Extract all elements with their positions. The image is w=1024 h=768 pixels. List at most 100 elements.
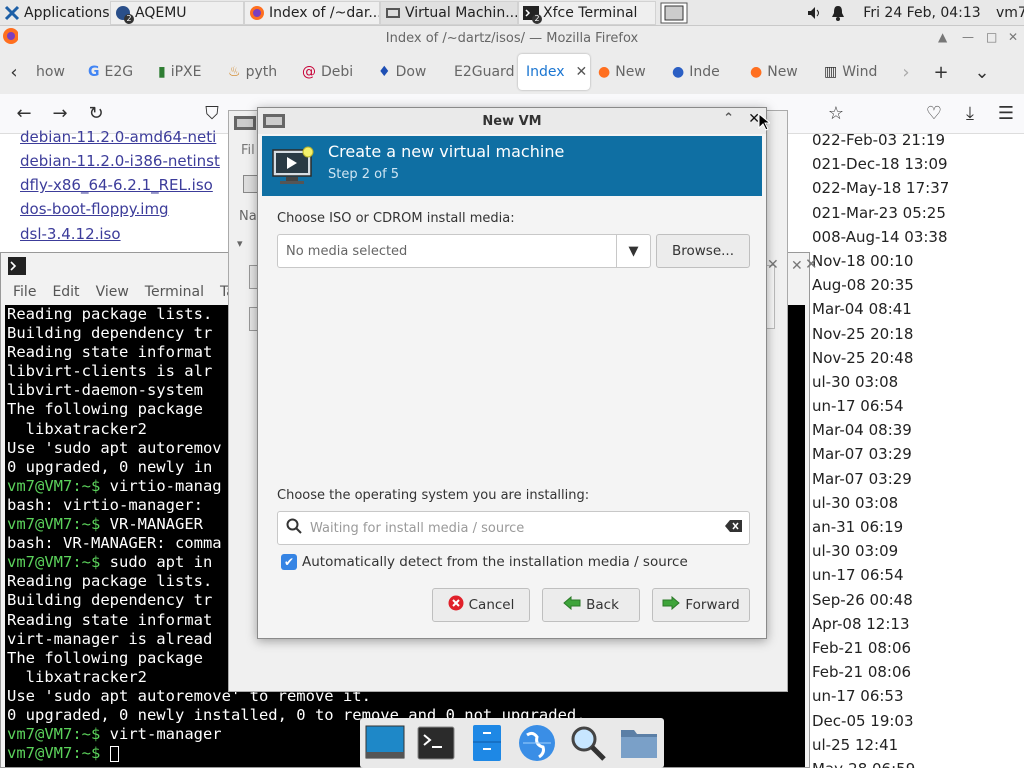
file-link[interactable]: dos-boot-floppy.img xyxy=(20,200,169,218)
tab-selected[interactable]: Index ✕ xyxy=(518,54,590,90)
vmm-close-icon[interactable]: ✕ xyxy=(767,257,779,273)
tab-label: how xyxy=(36,64,65,80)
task-firefox[interactable]: Index of /~dar... xyxy=(244,0,380,25)
date-cell: un-17 06:53 xyxy=(812,687,904,706)
file-link[interactable]: debian-11.2.0-i386-netinst xyxy=(20,152,220,170)
search-launcher-icon[interactable] xyxy=(568,723,608,763)
terminal-text: virt-manager is alread xyxy=(7,629,213,648)
tracking-protection-icon[interactable]: ⛉ xyxy=(194,96,230,132)
tab[interactable]: ● New xyxy=(590,54,664,90)
tab-label: iPXE xyxy=(170,64,202,80)
new-tab-icon[interactable]: + xyxy=(920,54,962,90)
task-label: AQEMU xyxy=(135,4,187,21)
file-cabinet-icon[interactable] xyxy=(467,723,507,763)
dropdown-arrow-icon[interactable]: ▼ xyxy=(616,235,650,267)
bookmark-star-icon[interactable]: ☆ xyxy=(818,96,854,132)
task-virtual-machine-manager[interactable]: Virtual Machin... xyxy=(380,0,518,25)
downloads-icon[interactable]: ⤓ xyxy=(952,96,988,132)
collapse-icon[interactable]: ⌃ xyxy=(723,111,734,126)
terminal-text: libxatracker2 xyxy=(7,667,147,686)
applications-label: Applications xyxy=(24,4,110,21)
firefox-titlebar: Index of /~dartz/isos/ — Mozilla Firefox… xyxy=(0,26,1024,50)
date-cell: ul-25 12:41 xyxy=(812,735,899,754)
task-xfce-terminal[interactable]: 2 Xfce Terminal xyxy=(518,0,656,25)
browse-button[interactable]: Browse... xyxy=(656,234,750,268)
task-aqemu[interactable]: 2 AQEMU xyxy=(110,0,244,25)
tab-scroll-right-icon[interactable]: › xyxy=(892,54,920,90)
date-cell: May-28 06:59 xyxy=(812,757,1024,768)
user-menu[interactable]: vm7 xyxy=(992,1,1024,25)
menu-edit[interactable]: Edit xyxy=(52,284,79,300)
tab[interactable]: E2Guard xyxy=(446,54,518,90)
cancel-button[interactable]: Cancel xyxy=(432,588,530,622)
python-icon: ♨ xyxy=(228,64,241,80)
cancel-label: Cancel xyxy=(468,597,515,613)
tab[interactable]: G E2G xyxy=(80,54,150,90)
forward-icon[interactable]: → xyxy=(42,96,78,132)
back-icon[interactable]: ← xyxy=(6,96,42,132)
reload-icon[interactable]: ↻ xyxy=(78,96,114,132)
terminal-prompt: vm7@VM7:~$ xyxy=(7,725,101,744)
tab[interactable]: ♦ Dow xyxy=(370,54,446,90)
terminal-icon: 2 xyxy=(523,5,542,24)
terminal-text: VR-MANAGER xyxy=(100,515,203,534)
os-search-input[interactable]: Waiting for install media / source xyxy=(277,511,750,545)
bottom-dock xyxy=(360,718,664,768)
menu-terminal[interactable]: Terminal xyxy=(145,284,204,300)
tab-close-icon[interactable]: ✕ xyxy=(576,64,588,80)
volume-icon[interactable] xyxy=(802,1,826,25)
collapse-icon[interactable]: ▲ xyxy=(938,30,947,44)
task-label: Index of /~dar... xyxy=(269,4,380,21)
web-browser-globe-icon[interactable] xyxy=(517,723,557,763)
workspace-switcher[interactable] xyxy=(656,1,692,25)
date-cell: Mar-04 08:39 xyxy=(812,421,912,440)
tab-label: Dow xyxy=(395,64,427,80)
terminal-launcher-icon[interactable] xyxy=(416,723,456,763)
terminal-text: virt-manager xyxy=(100,725,222,744)
maximize-icon[interactable]: □ xyxy=(986,30,997,44)
notification-bell-icon[interactable] xyxy=(826,1,852,25)
terminal-side-close-icon[interactable]: ✕ xyxy=(805,255,818,273)
tab[interactable]: ● Inde xyxy=(664,54,742,90)
file-link[interactable]: debian-11.2.0-amd64-neti xyxy=(20,128,216,146)
autodetect-label[interactable]: Automatically detect from the installati… xyxy=(302,554,688,570)
tab[interactable]: @ Debi xyxy=(294,54,370,90)
tab[interactable]: ▥ Wind xyxy=(816,54,892,90)
date-cell: ul-30 03:08 xyxy=(812,493,899,512)
menu-file[interactable]: File xyxy=(13,284,36,300)
terminal-text: bash: virtio-manager: xyxy=(7,495,213,514)
applications-menu-button[interactable]: Applications xyxy=(0,1,110,25)
tab-scroll-left-icon[interactable]: ‹ xyxy=(0,54,28,90)
menu-icon[interactable]: ☰ xyxy=(988,96,1024,132)
tab[interactable]: ♨ pyth xyxy=(220,54,294,90)
media-combobox[interactable]: No media selected ▼ xyxy=(277,234,651,268)
list-tabs-icon[interactable]: ⌄ xyxy=(962,54,1002,90)
clear-search-icon[interactable] xyxy=(725,519,749,537)
vmm-column-header: Na xyxy=(239,209,257,224)
forward-button[interactable]: Forward xyxy=(652,588,750,622)
file-link[interactable]: dsl-3.4.12.iso xyxy=(20,225,121,243)
terminal-prompt: vm7@VM7:~$ xyxy=(7,553,101,572)
clock[interactable]: Fri 24 Feb, 04:13 xyxy=(852,1,992,25)
tab[interactable]: ● New xyxy=(742,54,816,90)
close-icon[interactable]: ✕ xyxy=(1008,30,1018,44)
autodetect-checkbox[interactable]: ✔ xyxy=(281,554,297,570)
tab[interactable]: how xyxy=(28,54,80,90)
date-cell: 021-Mar-23 05:25 xyxy=(812,203,946,222)
tab[interactable]: ▮ iPXE xyxy=(150,54,220,90)
ipxe-icon: ▮ xyxy=(158,64,166,80)
back-label: Back xyxy=(586,597,619,613)
minimize-icon[interactable]: — xyxy=(962,30,974,44)
tab-label: New xyxy=(615,64,646,80)
virt-manager-icon xyxy=(385,5,401,21)
vmm-expander-icon[interactable]: ▾ xyxy=(237,237,243,250)
pocket-icon[interactable]: ♡ xyxy=(916,96,952,132)
show-desktop-icon[interactable] xyxy=(365,723,405,763)
folder-icon[interactable] xyxy=(619,723,659,763)
vmm-menu-file[interactable]: Fil xyxy=(241,143,255,158)
firefox-icon: ● xyxy=(598,64,611,80)
file-link[interactable]: dfly-x86_64-6.2.1_REL.iso xyxy=(20,176,213,194)
debian-icon: @ xyxy=(302,64,316,80)
back-button[interactable]: Back xyxy=(542,588,640,622)
menu-view[interactable]: View xyxy=(96,284,129,300)
